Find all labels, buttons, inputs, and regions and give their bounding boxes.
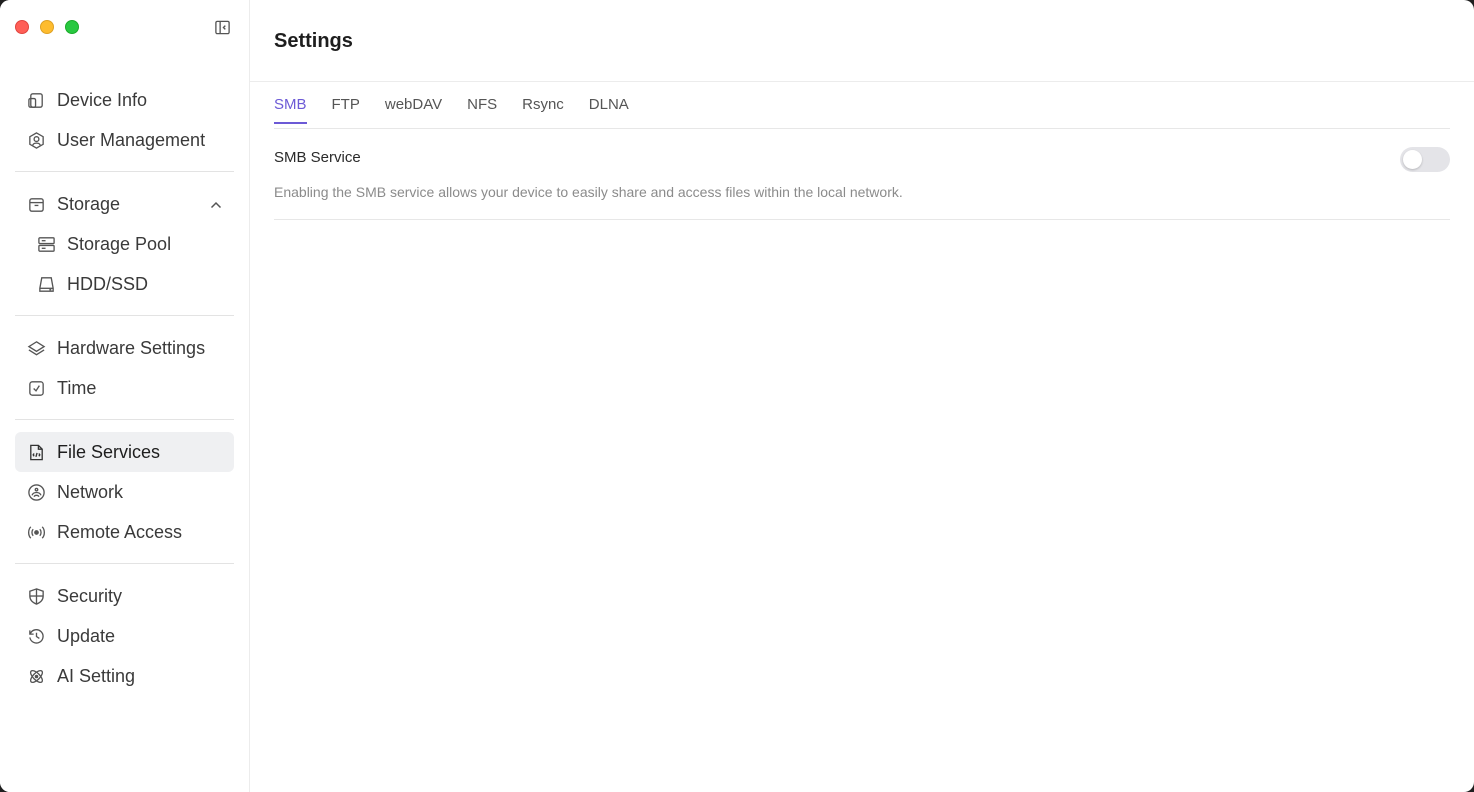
disk-icon bbox=[36, 274, 56, 294]
close-window-button[interactable] bbox=[15, 20, 29, 34]
sidebar-toggle-icon[interactable] bbox=[214, 19, 231, 36]
file-icon bbox=[26, 442, 46, 462]
sidebar-divider bbox=[15, 315, 234, 316]
chevron-up-icon[interactable] bbox=[209, 196, 223, 210]
sidebar-item-label: Network bbox=[57, 481, 124, 502]
sidebar-divider bbox=[15, 419, 234, 420]
tab-nfs[interactable]: NFS bbox=[467, 96, 497, 124]
smb-service-toggle[interactable] bbox=[1400, 147, 1450, 172]
sidebar-item-update[interactable]: Update bbox=[15, 616, 234, 656]
minimize-window-button[interactable] bbox=[40, 20, 54, 34]
history-icon bbox=[26, 626, 46, 646]
sidebar-item-file-services[interactable]: File Services bbox=[15, 432, 234, 472]
tab-ftp[interactable]: FTP bbox=[332, 96, 360, 124]
tab-dlna[interactable]: DLNA bbox=[589, 96, 629, 124]
window-controls bbox=[15, 20, 79, 34]
service-title: SMB Service bbox=[274, 149, 361, 166]
sidebar-item-label: Storage Pool bbox=[67, 233, 172, 254]
sidebar-item-label: Update bbox=[57, 625, 116, 646]
page-title: Settings bbox=[274, 30, 353, 52]
sidebar-item-label: User Management bbox=[57, 129, 206, 150]
tab-smb[interactable]: SMB bbox=[274, 96, 307, 124]
sidebar-item-label: Remote Access bbox=[57, 521, 183, 542]
sidebar-divider bbox=[15, 171, 234, 172]
sidebar-item-user-management[interactable]: User Management bbox=[15, 120, 234, 160]
sidebar-item-security[interactable]: Security bbox=[15, 576, 234, 616]
shield-icon bbox=[26, 586, 46, 606]
clock-icon bbox=[26, 378, 46, 398]
sidebar-item-label: Device Info bbox=[57, 89, 148, 110]
sidebar-item-time[interactable]: Time bbox=[15, 368, 234, 408]
storage-icon bbox=[26, 194, 46, 214]
sidebar-item-label: HDD/SSD bbox=[67, 273, 149, 294]
sidebar-nav: Device Info User Management Storage Stor… bbox=[15, 80, 234, 696]
storage-pool-icon bbox=[36, 234, 56, 254]
broadcast-icon bbox=[26, 522, 46, 542]
maximize-window-button[interactable] bbox=[65, 20, 79, 34]
sidebar-item-hdd-ssd[interactable]: HDD/SSD bbox=[15, 264, 234, 304]
atom-icon bbox=[26, 666, 46, 686]
sidebar-item-network[interactable]: Network bbox=[15, 472, 234, 512]
sidebar-item-storage-pool[interactable]: Storage Pool bbox=[15, 224, 234, 264]
sidebar-item-label: Security bbox=[57, 585, 123, 606]
layers-icon bbox=[26, 338, 46, 358]
device-icon bbox=[26, 90, 46, 110]
tab-rsync[interactable]: Rsync bbox=[522, 96, 564, 124]
user-icon bbox=[26, 130, 46, 150]
service-description: Enabling the SMB service allows your dev… bbox=[274, 184, 903, 200]
sidebar-item-label: Hardware Settings bbox=[57, 337, 206, 358]
service-tabs: SMB FTP webDAV NFS Rsync DLNA bbox=[274, 96, 654, 124]
settings-window: Device Info User Management Storage Stor… bbox=[0, 0, 1474, 792]
sidebar-item-label: Time bbox=[57, 377, 97, 398]
service-divider bbox=[274, 219, 1450, 220]
sidebar-item-remote-access[interactable]: Remote Access bbox=[15, 512, 234, 552]
sidebar-item-label: Storage bbox=[57, 193, 121, 214]
header-divider bbox=[250, 81, 1474, 82]
tabs-divider bbox=[274, 128, 1450, 129]
sidebar-item-device-info[interactable]: Device Info bbox=[15, 80, 234, 120]
sidebar: Device Info User Management Storage Stor… bbox=[0, 0, 250, 792]
sidebar-divider bbox=[15, 563, 234, 564]
sidebar-item-label: AI Setting bbox=[57, 665, 136, 686]
network-icon bbox=[26, 482, 46, 502]
sidebar-item-hardware-settings[interactable]: Hardware Settings bbox=[15, 328, 234, 368]
tab-webdav[interactable]: webDAV bbox=[385, 96, 442, 124]
toggle-knob bbox=[1403, 150, 1422, 169]
sidebar-item-storage[interactable]: Storage bbox=[15, 184, 234, 224]
sidebar-item-ai-setting[interactable]: AI Setting bbox=[15, 656, 234, 696]
sidebar-item-label: File Services bbox=[57, 441, 161, 462]
main-content: Settings SMB FTP webDAV NFS Rsync DLNA S… bbox=[250, 0, 1474, 792]
